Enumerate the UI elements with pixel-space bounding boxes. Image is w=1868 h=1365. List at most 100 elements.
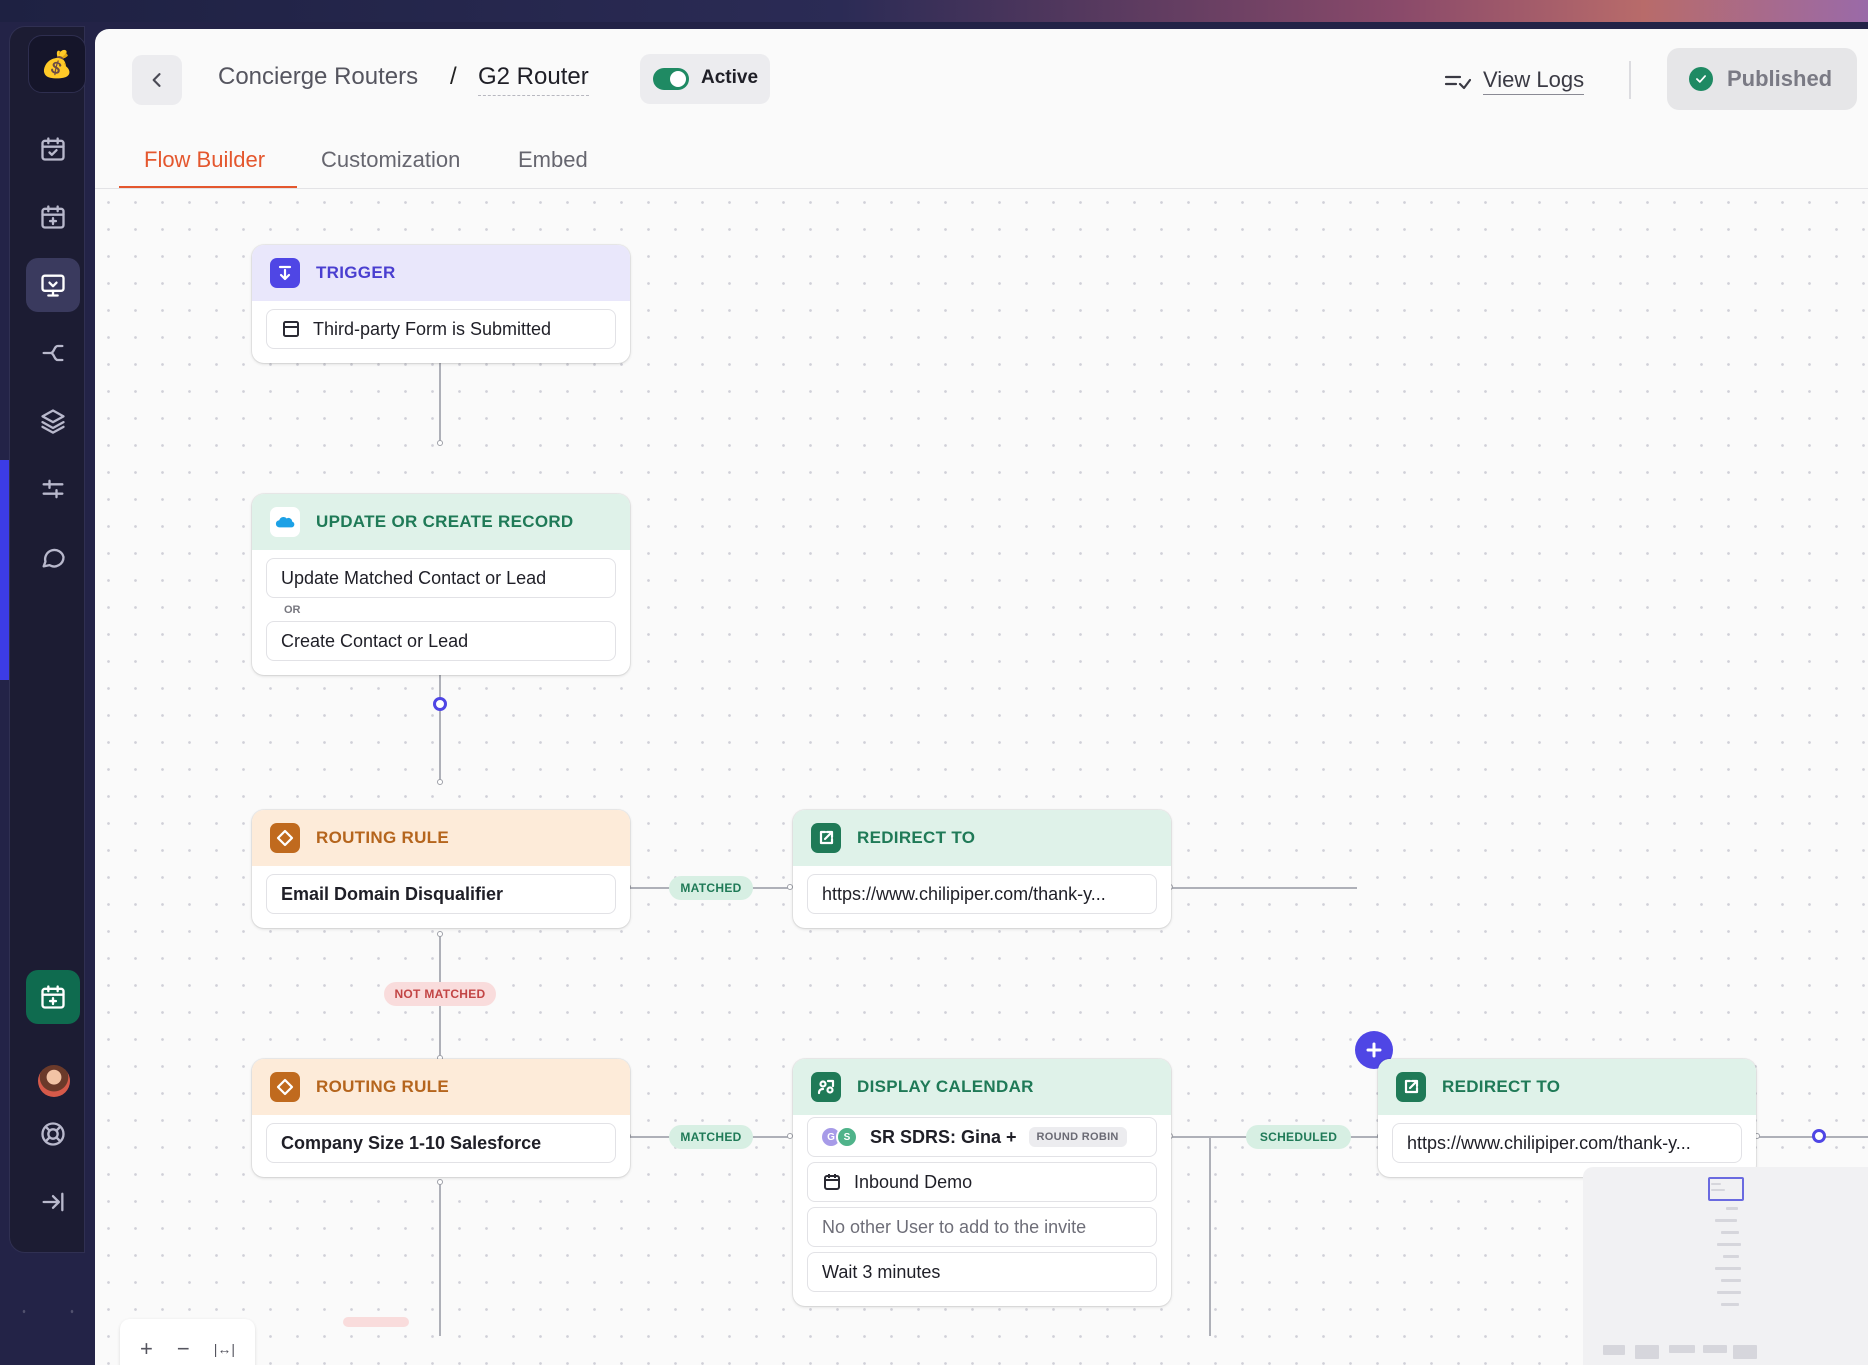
chat-icon[interactable]: [26, 530, 80, 584]
status-toggle[interactable]: Active: [640, 54, 770, 104]
minimap-block: [1715, 1219, 1737, 1222]
minimap-block: [1711, 1189, 1725, 1191]
minimap-block: [1669, 1345, 1695, 1353]
view-logs-link[interactable]: View Logs: [1443, 65, 1585, 97]
salesforce-cloud-icon: [270, 507, 300, 537]
minimap-block: [1603, 1345, 1625, 1355]
tab-flow-builder[interactable]: Flow Builder: [144, 147, 265, 173]
connector: [439, 1182, 441, 1336]
display-calendar-node[interactable]: DISPLAY CALENDAR G S SR SDRS: Gina + ROU…: [793, 1059, 1171, 1306]
breadcrumb-separator: /: [450, 63, 457, 90]
sidebar: 💰: [9, 26, 86, 1253]
connector: [1170, 887, 1357, 889]
external-link-icon: [1396, 1072, 1426, 1102]
meeting-type-field[interactable]: Inbound Demo: [807, 1162, 1157, 1202]
tab-customization[interactable]: Customization: [321, 147, 460, 173]
node-title: DISPLAY CALENDAR: [857, 1077, 1034, 1096]
handoff-icon[interactable]: [26, 326, 80, 380]
rule-field[interactable]: Company Size 1-10 Salesforce: [266, 1123, 616, 1163]
add-step-port[interactable]: [1812, 1129, 1826, 1143]
minimap-block: [1721, 1231, 1739, 1234]
minimap-block: [1717, 1243, 1741, 1246]
users-icon: [811, 1072, 841, 1102]
tab-embed[interactable]: Embed: [518, 147, 588, 173]
minimap-block: [1715, 1267, 1741, 1270]
check-circle-icon: [1689, 67, 1713, 91]
collapse-icon[interactable]: [26, 1175, 80, 1229]
node-title: ROUTING RULE: [316, 828, 449, 847]
avatar[interactable]: [38, 1065, 70, 1097]
fit-view-button[interactable]: |↔|: [214, 1341, 235, 1357]
connector-dot: [437, 931, 443, 937]
calendar-icon: [824, 1174, 840, 1190]
back-button[interactable]: [132, 55, 182, 105]
sliders-icon[interactable]: [26, 462, 80, 516]
help-icon[interactable]: [26, 1107, 80, 1161]
assignees-field[interactable]: G S SR SDRS: Gina + ROUND ROBIN: [807, 1117, 1157, 1157]
divider: [1629, 61, 1631, 99]
create-field[interactable]: Create Contact or Lead: [266, 621, 616, 661]
node-title: UPDATE OR CREATE RECORD: [316, 512, 574, 531]
concierge-icon[interactable]: [26, 258, 80, 312]
minimap-block: [1723, 1255, 1739, 1258]
scheduled-label: SCHEDULED: [1246, 1125, 1351, 1149]
routing-diamond-icon: [270, 823, 300, 853]
breadcrumb-parent[interactable]: Concierge Routers: [218, 63, 418, 91]
zoom-controls: + − |↔|: [120, 1319, 255, 1365]
trigger-icon: [270, 258, 300, 288]
calendar-sync-icon[interactable]: [26, 122, 80, 176]
calendar-app-icon[interactable]: [26, 970, 80, 1024]
minimap-block: [1717, 1291, 1741, 1294]
redirect-node[interactable]: REDIRECT TO https://www.chilipiper.com/t…: [793, 810, 1171, 928]
plus-icon: [1366, 1042, 1382, 1058]
page-title[interactable]: G2 Router: [478, 63, 589, 96]
calendar-add-icon[interactable]: [26, 190, 80, 244]
connector-dot: [437, 440, 443, 446]
logs-icon: [1444, 75, 1471, 90]
round-robin-badge: ROUND ROBIN: [1028, 1127, 1127, 1147]
matched-label: MATCHED: [669, 876, 753, 900]
node-title: TRIGGER: [316, 263, 396, 282]
routing-rule-node[interactable]: ROUTING RULE Company Size 1-10 Salesforc…: [252, 1059, 630, 1177]
node-header: ROUTING RULE: [252, 810, 630, 866]
meeting-text: Inbound Demo: [854, 1171, 973, 1192]
redirect-url-field[interactable]: https://www.chilipiper.com/thank-y...: [807, 874, 1157, 914]
chevron-left-icon: [152, 73, 161, 87]
trigger-field[interactable]: Third-party Form is Submitted: [266, 309, 616, 349]
app-logo[interactable]: 💰: [28, 35, 86, 93]
main-panel: Concierge Routers / G2 Router Active Vie…: [95, 29, 1868, 1365]
connector-dot: [437, 1179, 443, 1185]
not-matched-label: NOT MATCHED: [384, 982, 496, 1006]
layers-icon[interactable]: [26, 394, 80, 448]
toggle-switch[interactable]: [653, 68, 689, 90]
rule-field[interactable]: Email Domain Disqualifier: [266, 874, 616, 914]
external-link-icon: [811, 823, 841, 853]
redirect-url-field[interactable]: https://www.chilipiper.com/thank-y...: [1392, 1123, 1742, 1163]
matched-label: MATCHED: [669, 1125, 753, 1149]
or-label: OR: [284, 604, 301, 616]
zoom-in-button[interactable]: +: [140, 1336, 153, 1362]
wait-field[interactable]: Wait 3 minutes: [807, 1252, 1157, 1292]
connector: [1209, 1136, 1211, 1336]
node-header: ROUTING RULE: [252, 1059, 630, 1115]
update-record-node[interactable]: UPDATE OR CREATE RECORD Update Matched C…: [252, 494, 630, 675]
minimap-block: [1711, 1183, 1721, 1185]
guests-field[interactable]: No other User to add to the invite: [807, 1207, 1157, 1247]
trigger-node[interactable]: TRIGGER Third-party Form is Submitted: [252, 245, 630, 363]
node-title: ROUTING RULE: [316, 1077, 449, 1096]
published-button[interactable]: Published: [1667, 48, 1857, 110]
node-title: REDIRECT TO: [857, 828, 976, 847]
minimap-block: [1721, 1303, 1739, 1306]
minimap[interactable]: [1583, 1167, 1868, 1365]
minimap-block: [1721, 1279, 1741, 1282]
minimap-block: [1703, 1345, 1727, 1353]
add-step-port[interactable]: [433, 697, 447, 711]
redirect-node[interactable]: REDIRECT TO https://www.chilipiper.com/t…: [1378, 1059, 1756, 1177]
node-header: UPDATE OR CREATE RECORD: [252, 494, 630, 550]
update-field[interactable]: Update Matched Contact or Lead: [266, 558, 616, 598]
form-icon: [283, 321, 299, 337]
view-logs-label: View Logs: [1483, 67, 1585, 95]
zoom-out-button[interactable]: −: [177, 1336, 190, 1362]
routing-rule-node[interactable]: ROUTING RULE Email Domain Disqualifier: [252, 810, 630, 928]
node-header: REDIRECT TO: [793, 810, 1171, 866]
